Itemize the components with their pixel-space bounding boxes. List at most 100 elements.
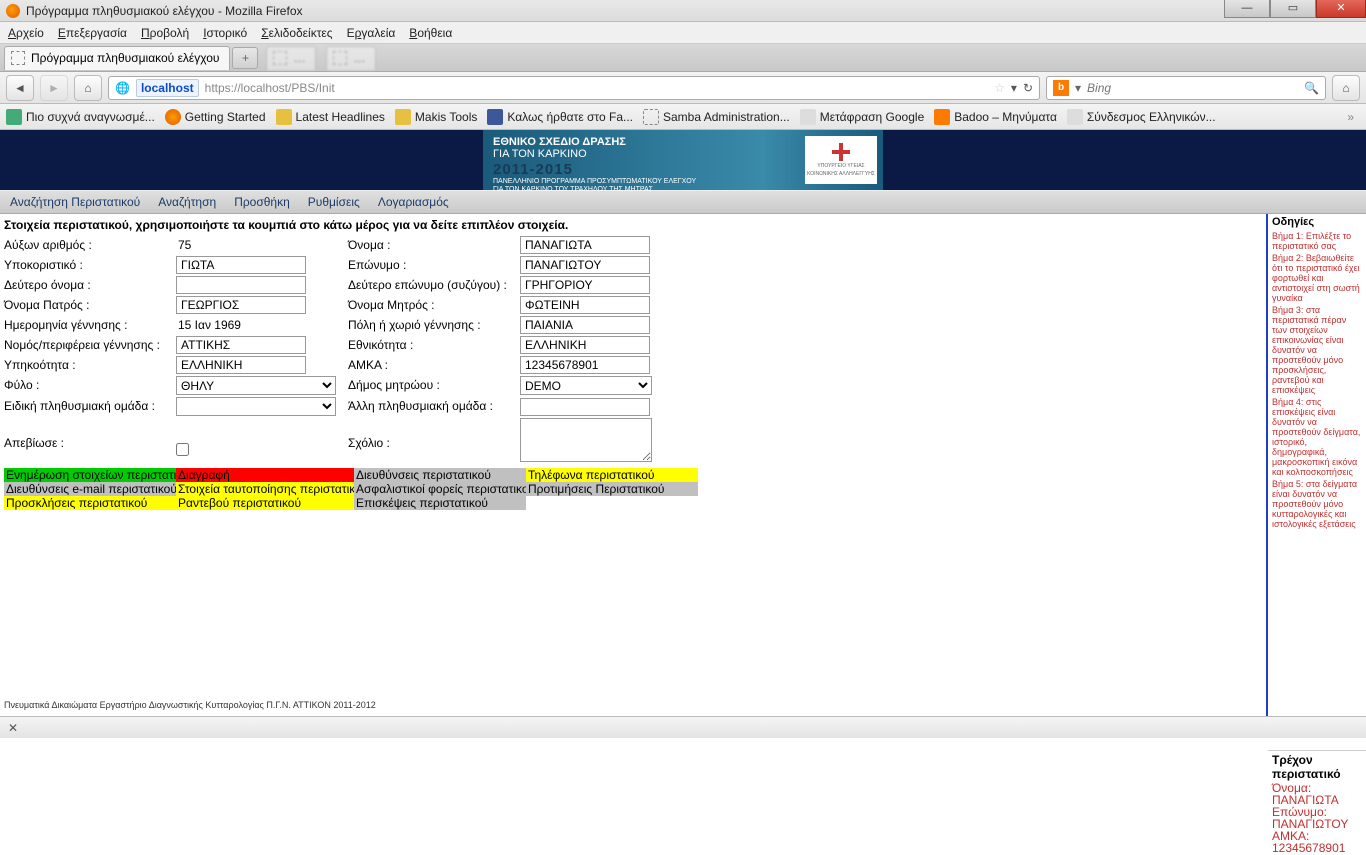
label-nat: Εθνικότητα : xyxy=(348,336,520,354)
menu-edit[interactable]: Επεξεργασία xyxy=(58,26,127,40)
sidebar-current-title: Τρέχον περιστατικό xyxy=(1268,751,1366,783)
bookmark-item[interactable]: Samba Administration... xyxy=(643,109,790,125)
label-nick: Υποκοριστικό : xyxy=(4,256,176,274)
addon-close-icon[interactable]: ✕ xyxy=(8,721,18,735)
menu-tools[interactable]: Εργαλεία xyxy=(347,26,396,40)
input-mother[interactable] xyxy=(520,296,650,314)
bookmark-item[interactable]: Μετάφραση Google xyxy=(800,109,925,125)
url-path: https://localhost/PBS/Init xyxy=(205,81,989,95)
url-dropdown-icon[interactable]: ▾ xyxy=(1011,81,1017,95)
action-ident[interactable]: Στοιχεία ταυτοποίησης περιστατικού xyxy=(176,482,354,496)
sidebar-current-name: Όνομα: ΠΑΝΑΓΙΩΤΑ xyxy=(1268,783,1366,807)
checkbox-dead[interactable] xyxy=(176,443,189,456)
label-grp2: Άλλη πληθυσμιακή ομάδα : xyxy=(348,397,520,416)
sidebar-current-amka: ΑΜΚΑ: 12345678901 xyxy=(1268,831,1366,855)
menu-file[interactable]: Αρχείο xyxy=(8,26,44,40)
menu-search-case[interactable]: Αναζήτηση Περιστατικού xyxy=(10,195,140,209)
bookmark-star-icon[interactable]: ☆ xyxy=(994,81,1005,95)
banner-sub2: ΓΙΑ ΤΟΝ ΚΑΡΚΙΝΟ ΤΟΥ ΤΡΑΧΗΛΟΥ ΤΗΣ ΜΗΤΡΑΣ xyxy=(493,186,873,194)
action-delete[interactable]: Διαγραφή xyxy=(176,468,354,482)
bookmarks-overflow-icon[interactable]: » xyxy=(1341,110,1360,124)
label-dob: Ημερομηνία γέννησης : xyxy=(4,316,176,334)
home-button[interactable]: ⌂ xyxy=(74,75,102,101)
new-tab-button[interactable]: + xyxy=(232,47,258,69)
action-prefs[interactable]: Προτιμήσεις Περιστατικού xyxy=(526,482,698,496)
window-title: Πρόγραμμα πληθυσμιακού ελέγχου - Mozilla… xyxy=(26,4,303,18)
input-nick[interactable] xyxy=(176,256,306,274)
value-id: 75 xyxy=(176,238,191,252)
input-region[interactable] xyxy=(176,336,306,354)
label-dead: Απεβίωσε : xyxy=(4,418,176,462)
menu-history[interactable]: Ιστορικό xyxy=(203,26,247,40)
maximize-button[interactable]: ▭ xyxy=(1270,0,1316,18)
input-pob[interactable] xyxy=(520,316,650,334)
select-sex[interactable]: ΘΗΛΥ xyxy=(176,376,336,395)
label-note: Σχόλιο : xyxy=(348,418,520,462)
input-surname2[interactable] xyxy=(520,276,650,294)
sidebar: Οδηγίες Βήμα 1: Επιλέξτε το περιστατικό … xyxy=(1266,214,1366,738)
action-insurance[interactable]: Ασφαλιστικοί φορείς περιστατικού xyxy=(354,482,526,496)
action-emails[interactable]: Διευθύνσεις e-mail περιστατικού xyxy=(4,482,176,496)
input-father[interactable] xyxy=(176,296,306,314)
url-host: localhost xyxy=(136,79,199,97)
menu-help[interactable]: Βοήθεια xyxy=(409,26,452,40)
minimize-button[interactable]: — xyxy=(1224,0,1270,18)
label-amka: ΑΜΚΑ : xyxy=(348,356,520,374)
bookmarks-bar: Πιο συχνά αναγνωσμέ... Getting Started L… xyxy=(0,104,1366,130)
search-go-icon[interactable]: 🔍 xyxy=(1304,81,1319,95)
bookmark-item[interactable]: Badoo – Μηνύματα xyxy=(934,109,1057,125)
label-id: Αύξων αριθμός : xyxy=(4,236,176,254)
input-nat[interactable] xyxy=(520,336,650,354)
action-invites[interactable]: Προσκλήσεις περιστατικού xyxy=(4,496,176,510)
url-bar[interactable]: 🌐 localhost https://localhost/PBS/Init ☆… xyxy=(108,76,1040,100)
bookmark-item[interactable]: Getting Started xyxy=(165,109,266,125)
menu-bookmarks[interactable]: Σελιδοδείκτες xyxy=(261,26,332,40)
input-surname[interactable] xyxy=(520,256,650,274)
close-button[interactable]: ✕ xyxy=(1316,0,1366,18)
menu-add[interactable]: Προσθήκη xyxy=(234,195,290,209)
menu-account[interactable]: Λογαριασμός xyxy=(378,195,449,209)
home-button-2[interactable]: ⌂ xyxy=(1332,75,1360,101)
label-region: Νομός/περιφέρεια γέννησης : xyxy=(4,336,176,354)
label-name2: Δεύτερο όνομα : xyxy=(4,276,176,294)
label-cit: Υπηκοότητα : xyxy=(4,356,176,374)
sidebar-title: Οδηγίες xyxy=(1268,214,1366,230)
label-name: Όνομα : xyxy=(348,236,520,254)
search-engine-dropdown[interactable]: ▾ xyxy=(1075,81,1081,95)
input-amka[interactable] xyxy=(520,356,650,374)
bookmark-item[interactable]: Σύνδεσμος Ελληνικών... xyxy=(1067,109,1216,125)
tab-active[interactable]: Πρόγραμμα πληθυσμιακού ελέγχου xyxy=(4,46,230,70)
action-visits[interactable]: Επισκέψεις περιστατικού xyxy=(354,496,526,510)
forward-button[interactable]: ► xyxy=(40,75,68,101)
label-surname: Επώνυμο : xyxy=(348,256,520,274)
input-grp2[interactable] xyxy=(520,398,650,416)
bookmark-item[interactable]: Latest Headlines xyxy=(276,109,385,125)
back-button[interactable]: ◄ xyxy=(6,75,34,101)
tab-background[interactable]: … xyxy=(326,46,376,70)
action-appts[interactable]: Ραντεβού περιστατικού xyxy=(176,496,354,510)
menu-search[interactable]: Αναζήτηση xyxy=(158,195,216,209)
reload-icon[interactable]: ↻ xyxy=(1023,81,1033,95)
input-cit[interactable] xyxy=(176,356,306,374)
input-name[interactable] xyxy=(520,236,650,254)
bookmark-item[interactable]: Makis Tools xyxy=(395,109,477,125)
textarea-note[interactable] xyxy=(520,418,652,462)
input-name2[interactable] xyxy=(176,276,306,294)
action-buttons: Ενημέρωση στοιχείων περιστατικού Διαγραφ… xyxy=(4,468,1260,510)
browser-menubar: Αρχείο Επεξεργασία Προβολή Ιστορικό Σελι… xyxy=(0,22,1366,44)
sidebar-step: Βήμα 2: Βεβαιωθείτε ότι το περιστατικό έ… xyxy=(1268,252,1366,304)
action-update[interactable]: Ενημέρωση στοιχείων περιστατικού xyxy=(4,468,176,482)
cross-icon xyxy=(832,143,850,161)
label-sex: Φύλο : xyxy=(4,376,176,395)
action-phones[interactable]: Τηλέφωνα περιστατικού xyxy=(526,468,698,482)
bookmark-item[interactable]: Καλως ήρθατε στο Fa... xyxy=(487,109,633,125)
bookmark-item[interactable]: Πιο συχνά αναγνωσμέ... xyxy=(6,109,155,125)
menu-view[interactable]: Προβολή xyxy=(141,26,189,40)
select-dimos[interactable]: DEMO xyxy=(520,376,652,395)
search-input[interactable] xyxy=(1087,81,1298,95)
search-bar[interactable]: b ▾ 🔍 xyxy=(1046,76,1326,100)
select-grp[interactable] xyxy=(176,397,336,416)
action-addresses[interactable]: Διευθύνσεις περιστατικού xyxy=(354,468,526,482)
menu-settings[interactable]: Ρυθμίσεις xyxy=(308,195,360,209)
tab-background[interactable]: … xyxy=(266,46,316,70)
